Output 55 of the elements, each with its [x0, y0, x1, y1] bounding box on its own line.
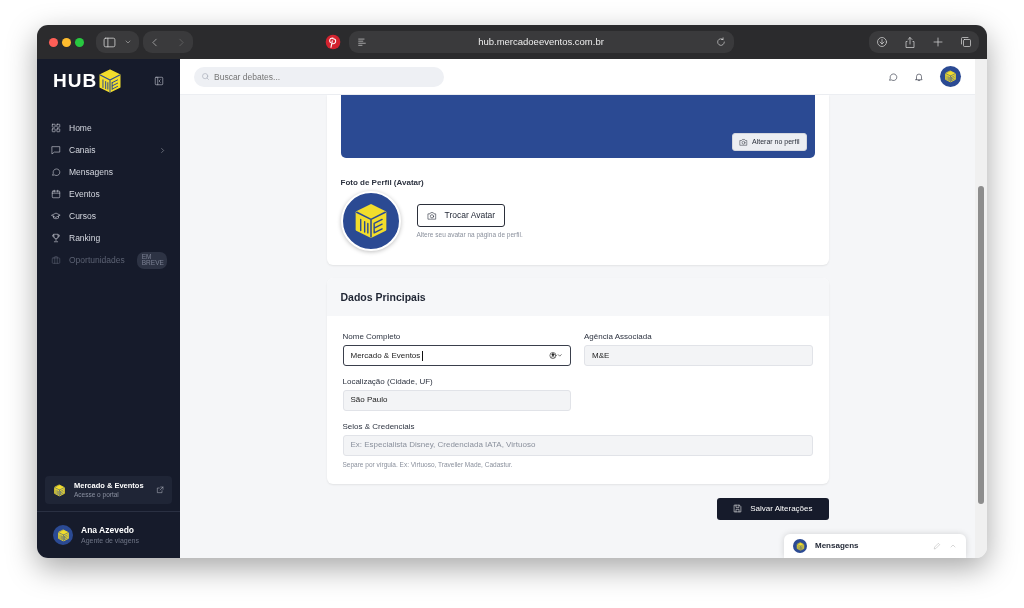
back-icon[interactable]: [150, 36, 160, 48]
sidebar-item[interactable]: Canais: [37, 139, 180, 161]
chat-bubble-icon[interactable]: [888, 71, 898, 82]
cube-logo-icon: [944, 70, 957, 83]
pinterest-icon[interactable]: [324, 34, 341, 50]
user-name: Ana Azevedo: [81, 525, 136, 535]
tabs-overview-icon[interactable]: [960, 36, 972, 48]
external-link-icon: [156, 486, 164, 494]
collapse-sidebar-icon[interactable]: [154, 76, 164, 86]
field-label: Agência Associada: [584, 333, 653, 343]
field-label: Localização (Cidade, UF): [342, 378, 434, 387]
grid-icon: [51, 123, 61, 133]
widget-title: Mensagens: [815, 540, 859, 552]
search-icon: [201, 72, 210, 81]
logo-text: HUB: [53, 68, 98, 93]
profile-avatar[interactable]: [940, 66, 961, 87]
cube-logo-icon: [53, 483, 66, 497]
input-field[interactable]: Mercado & Eventos: [342, 345, 571, 367]
sidebar-item[interactable]: Home: [37, 117, 180, 139]
sidebar-item[interactable]: Ranking: [37, 227, 180, 249]
sidebar-item[interactable]: Eventos: [37, 183, 180, 205]
reload-icon[interactable]: [715, 37, 726, 47]
input-field[interactable]: M&E: [584, 345, 813, 367]
calendar-icon: [51, 189, 61, 199]
trophy-icon: [51, 233, 61, 243]
field-label: Selos & Credenciais: [342, 423, 416, 432]
graduation-cap-icon: [51, 211, 61, 221]
sidebar-item[interactable]: Cursos: [37, 205, 180, 227]
briefcase-icon: [51, 255, 61, 265]
field-label: Nome Completo: [342, 333, 402, 343]
save-button[interactable]: Salvar Alterações: [717, 497, 829, 520]
input-field[interactable]: São Paulo: [342, 390, 571, 411]
save-icon: [733, 504, 743, 514]
section-title: Dados Principais: [326, 277, 829, 317]
share-icon[interactable]: [904, 35, 916, 49]
change-avatar-button[interactable]: Trocar Avatar: [416, 203, 506, 227]
camera-icon: [739, 137, 749, 146]
camera-icon: [426, 210, 437, 220]
cube-logo-icon: [56, 528, 70, 542]
notification-bell-icon[interactable]: [914, 71, 924, 82]
autofill-icon[interactable]: [549, 351, 563, 361]
chat-bubble-icon: [51, 167, 61, 177]
cube-logo-icon: [97, 68, 124, 94]
scrollbar[interactable]: [975, 59, 987, 558]
page-menu-icon[interactable]: [356, 37, 367, 47]
chevron-down-icon[interactable]: [124, 38, 132, 46]
chat-icon: [51, 145, 61, 155]
new-tab-icon[interactable]: [932, 36, 944, 48]
chevron-right-icon[interactable]: [159, 146, 166, 154]
field-label: Foto de Perfil (Avatar): [340, 179, 425, 188]
search-field[interactable]: Buscar debates...: [194, 66, 444, 87]
user-avatar[interactable]: [53, 525, 73, 545]
download-icon[interactable]: [876, 36, 888, 48]
sidebar-item[interactable]: Mensagens: [37, 161, 180, 183]
sidebar-toggle-icon[interactable]: [103, 36, 116, 48]
